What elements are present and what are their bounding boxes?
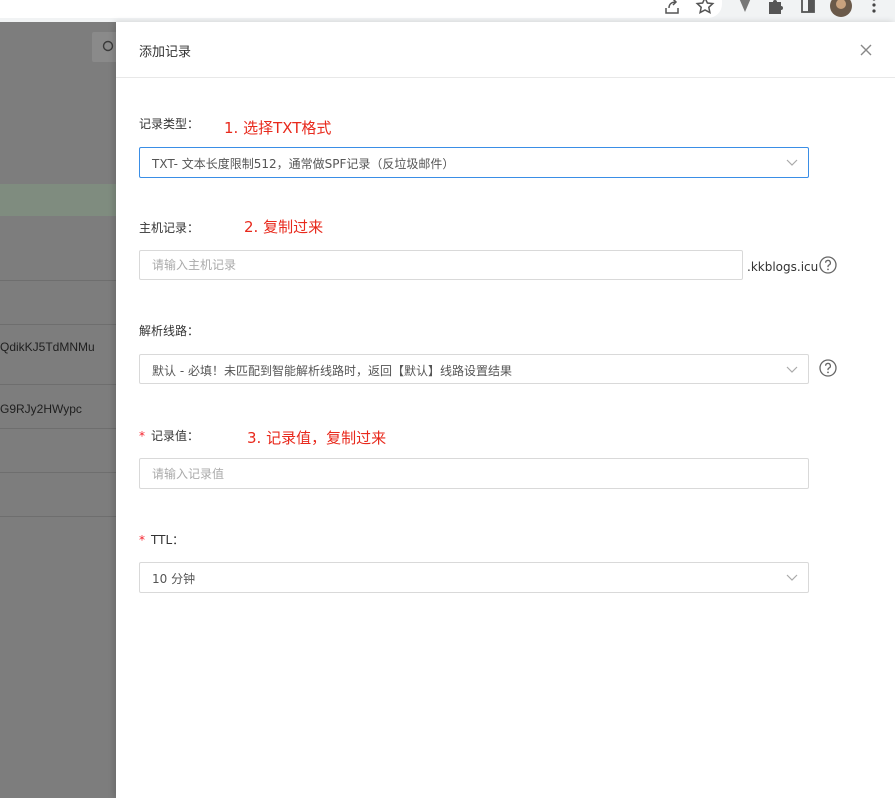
chevron-down-icon — [786, 366, 798, 373]
record-type-value: TXT- 文本长度限制512，通常做SPF记录（反垃圾邮件） — [152, 157, 455, 171]
background-row-value: QdikKJ5TdMNMu — [0, 340, 95, 354]
more-icon[interactable] — [864, 0, 884, 16]
sidepanel-icon[interactable] — [798, 0, 818, 16]
help-icon[interactable] — [818, 255, 838, 275]
host-record-label: 主机记录： — [139, 221, 200, 235]
avatar[interactable] — [829, 0, 853, 18]
annotation-copy-value: 3. 记录值，复制过来 — [247, 429, 387, 447]
record-type-select[interactable]: TXT- 文本长度限制512，通常做SPF记录（反垃圾邮件） — [139, 147, 809, 178]
annotation-copy-host: 2. 复制过来 — [244, 218, 324, 236]
address-bar[interactable] — [0, 0, 722, 18]
record-value-label-text: 记录值： — [151, 429, 200, 443]
host-record-field[interactable] — [139, 250, 743, 280]
divider — [0, 384, 116, 385]
divider — [0, 324, 116, 325]
search-icon — [102, 40, 114, 52]
drawer-header: 添加记录 — [116, 22, 895, 78]
record-value-label: * 记录值： — [139, 427, 199, 444]
puzzle-icon[interactable] — [766, 0, 786, 16]
record-value-field[interactable] — [139, 458, 809, 489]
ttl-label-text: TTL： — [151, 533, 185, 547]
ttl-value: 10 分钟 — [152, 572, 196, 586]
background-page-overlay[interactable]: QdikKJ5TdMNMu G9RJy2HWypc — [0, 22, 116, 798]
background-highlight-row — [0, 184, 116, 216]
browser-toolbar — [0, 0, 895, 22]
divider — [0, 428, 116, 429]
help-icon[interactable] — [818, 358, 838, 378]
star-icon[interactable] — [695, 0, 715, 16]
ttl-select[interactable]: 10 分钟 — [139, 562, 809, 593]
host-record-input[interactable] — [140, 251, 742, 279]
resolution-line-value: 默认 - 必填！未匹配到智能解析线路时，返回【默认】线路设置结果 — [152, 364, 512, 378]
drawer-title: 添加记录 — [139, 45, 192, 60]
resolution-line-label: 解析线路： — [139, 324, 200, 338]
record-value-input[interactable] — [140, 459, 808, 488]
divider — [0, 516, 116, 517]
ttl-label: * TTL： — [139, 531, 184, 548]
divider — [0, 280, 116, 281]
close-icon[interactable] — [856, 40, 876, 60]
annotation-select-txt: 1. 选择TXT格式 — [224, 119, 332, 137]
resolution-line-select[interactable]: 默认 - 必填！未匹配到智能解析线路时，返回【默认】线路设置结果 — [139, 354, 809, 384]
chevron-down-icon — [786, 574, 798, 581]
record-type-label: 记录类型： — [139, 117, 200, 131]
required-mark: * — [139, 429, 145, 443]
share-icon[interactable] — [662, 0, 682, 16]
domain-suffix: .kkblogs.icu — [747, 260, 819, 274]
background-search-box — [92, 32, 116, 62]
required-mark: * — [139, 533, 145, 547]
add-record-drawer: 添加记录 记录类型： 1. 选择TXT格式 TXT- 文本长度限制512，通常做… — [116, 22, 895, 798]
chevron-down-icon — [786, 159, 798, 166]
extension-v-icon[interactable] — [735, 0, 755, 16]
background-row-value: G9RJy2HWypc — [0, 402, 82, 416]
divider — [0, 472, 116, 473]
